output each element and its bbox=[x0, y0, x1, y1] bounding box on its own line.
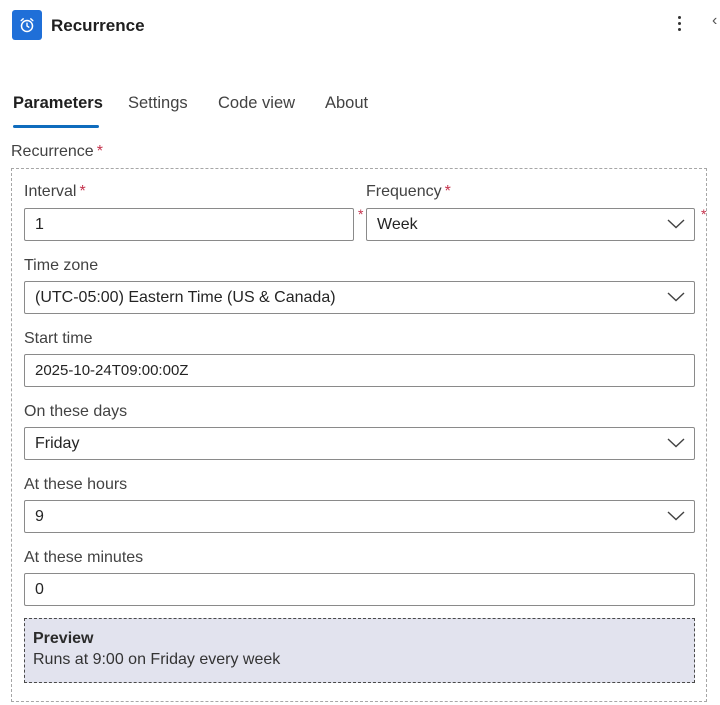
more-options-button[interactable] bbox=[670, 10, 688, 36]
at-these-minutes-value: 0 bbox=[35, 580, 44, 598]
schedule-preview: Preview Runs at 9:00 on Friday every wee… bbox=[24, 618, 695, 683]
interval-label-text: Interval bbox=[24, 183, 77, 200]
start-time-input[interactable]: 2025-10-24T09:00:00Z bbox=[24, 354, 695, 387]
alarm-clock-icon bbox=[12, 10, 42, 40]
tab-code-view[interactable]: Code view bbox=[218, 94, 295, 113]
recurrence-label-text: Recurrence bbox=[11, 143, 94, 160]
frequency-required-marker: * bbox=[701, 206, 707, 222]
tab-parameters[interactable]: Parameters bbox=[13, 94, 103, 113]
preview-title: Preview bbox=[33, 630, 94, 647]
interval-value: 1 bbox=[35, 215, 44, 233]
required-marker: * bbox=[79, 183, 86, 200]
at-these-hours-label: At these hours bbox=[24, 476, 128, 493]
page-title: Recurrence bbox=[51, 16, 145, 35]
frequency-dropdown[interactable]: Week bbox=[366, 208, 695, 241]
chevron-down-icon bbox=[667, 292, 685, 302]
chevron-down-icon bbox=[667, 438, 685, 448]
at-these-minutes-label: At these minutes bbox=[24, 549, 144, 566]
interval-label: Interval * bbox=[24, 183, 86, 201]
start-time-value: 2025-10-24T09:00:00Z bbox=[35, 362, 189, 379]
more-dot-icon bbox=[677, 27, 681, 31]
required-marker: * bbox=[96, 143, 103, 160]
chevron-down-icon bbox=[667, 511, 685, 521]
time-zone-label: Time zone bbox=[24, 257, 99, 274]
at-these-hours-dropdown[interactable]: 9 bbox=[24, 500, 695, 533]
start-time-label: Start time bbox=[24, 330, 93, 347]
on-these-days-dropdown[interactable]: Friday bbox=[24, 427, 695, 460]
interval-required-marker: * bbox=[358, 206, 364, 222]
frequency-label: Frequency * bbox=[366, 183, 451, 201]
on-these-days-value: Friday bbox=[35, 434, 80, 452]
on-these-days-label: On these days bbox=[24, 403, 128, 420]
chevron-down-icon bbox=[667, 219, 685, 229]
required-marker: * bbox=[444, 183, 451, 200]
at-these-minutes-input[interactable]: 0 bbox=[24, 573, 695, 606]
frequency-label-text: Frequency bbox=[366, 183, 442, 200]
at-these-hours-value: 9 bbox=[35, 507, 44, 525]
tab-settings[interactable]: Settings bbox=[128, 94, 188, 113]
recurrence-section-label: Recurrence * bbox=[11, 143, 103, 161]
time-zone-value: (UTC-05:00) Eastern Time (US & Canada) bbox=[35, 288, 336, 306]
preview-text: Runs at 9:00 on Friday every week bbox=[33, 651, 281, 668]
time-zone-dropdown[interactable]: (UTC-05:00) Eastern Time (US & Canada) bbox=[24, 281, 695, 314]
collapse-panel-icon[interactable]: ‹ bbox=[712, 12, 717, 30]
frequency-value: Week bbox=[377, 215, 418, 233]
more-dot-icon bbox=[677, 15, 681, 19]
tab-about[interactable]: About bbox=[325, 94, 368, 113]
active-tab-indicator bbox=[13, 125, 99, 128]
interval-input[interactable]: 1 bbox=[24, 208, 354, 241]
more-dot-icon bbox=[677, 21, 681, 25]
